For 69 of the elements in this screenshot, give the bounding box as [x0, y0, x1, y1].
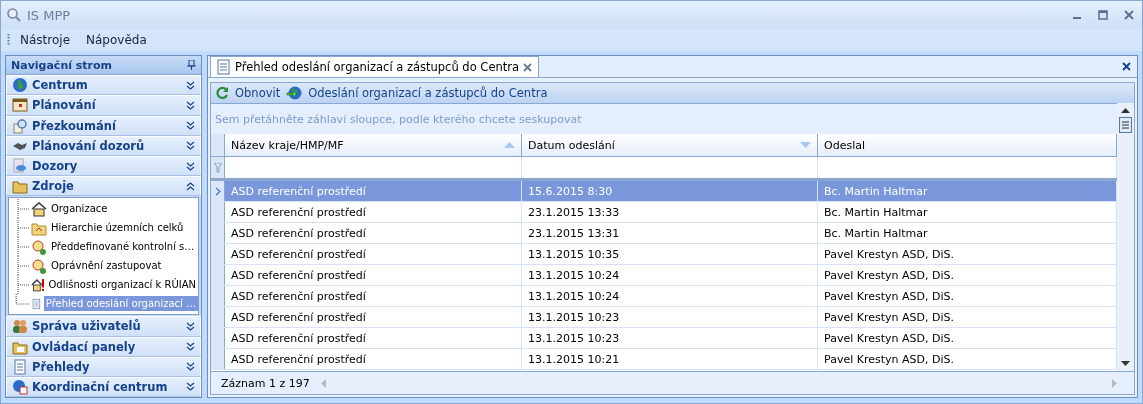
tree-item[interactable]: Odlišnosti organizací k RÚIAN — [46, 277, 198, 293]
group-panel-hint: Sem přetáhněte záhlaví sloupce, podle kterého chcete seskupovat — [215, 112, 582, 126]
nav-section[interactable]: Přehledy — [6, 356, 201, 377]
tree-item[interactable]: Oprávnění zastupovat — [49, 258, 198, 274]
nav-section[interactable]: Plánování — [6, 95, 201, 116]
expand-icon[interactable] — [186, 342, 195, 352]
collapse-icon[interactable] — [186, 181, 195, 191]
expand-icon[interactable] — [186, 362, 195, 372]
expand-icon[interactable] — [186, 100, 195, 110]
expand-icon[interactable] — [186, 321, 195, 331]
row-indicator[interactable] — [211, 181, 225, 201]
folder-icon — [12, 178, 28, 195]
sort-descending-icon — [800, 142, 811, 148]
nav-section[interactable]: Plánování dozorů — [6, 135, 201, 156]
panel-title: Navigační strom — [11, 58, 114, 72]
tree-item[interactable]: Organizace — [49, 201, 198, 217]
document-icon — [12, 358, 28, 375]
record-counter: Záznam 1 z 197 — [220, 376, 311, 390]
send-button[interactable]: Odeslání organizací a zástupců do Centra — [306, 86, 550, 100]
column-header[interactable]: Název kraje/HMP/MF — [225, 134, 522, 156]
grip-icon — [7, 33, 10, 47]
maximize-button[interactable] — [1096, 8, 1110, 22]
house-icon — [31, 200, 47, 217]
expand-icon[interactable] — [186, 382, 195, 392]
menu-item[interactable]: Nápověda — [80, 31, 153, 49]
calendar-icon — [12, 97, 28, 114]
tree-item[interactable]: Hierarchie územních celků — [49, 220, 198, 236]
expand-icon[interactable] — [186, 80, 195, 90]
close-icon[interactable] — [523, 62, 533, 72]
nav-section[interactable]: Přezkoumání — [6, 115, 201, 136]
column-header[interactable]: Odeslal — [818, 134, 1117, 156]
scroll-down-icon[interactable] — [1121, 361, 1130, 367]
magnifier-icon — [12, 117, 28, 134]
pin-icon[interactable] — [187, 60, 196, 71]
close-icon[interactable] — [1122, 62, 1131, 71]
document-icon — [217, 59, 231, 75]
house-warning-icon — [31, 276, 45, 293]
expand-icon[interactable] — [186, 121, 195, 131]
tree-connector — [15, 237, 29, 257]
table-cell: ASD referenční prostředí — [225, 181, 522, 201]
nav-section[interactable]: Centrum — [6, 75, 201, 96]
expand-icon[interactable] — [186, 161, 195, 171]
tree-connector — [15, 256, 29, 276]
column-header[interactable]: Datum odeslání — [522, 134, 818, 156]
table-cell: Bc. Martin Haltmar — [818, 181, 1117, 201]
window-title: IS MPP — [27, 7, 71, 23]
menu-item[interactable]: Nástroje — [14, 31, 76, 49]
nav-section[interactable]: Ovládací panely — [6, 336, 201, 357]
nav-section[interactable]: Zdroje — [6, 176, 201, 197]
sort-ascending-icon — [504, 142, 515, 148]
nav-section[interactable]: Dozory — [6, 155, 201, 177]
magnifier-icon — [7, 8, 21, 22]
vertical-scrollbar[interactable] — [1117, 103, 1134, 371]
table-cell: 15.6.2015 8:30 — [522, 181, 818, 201]
close-button[interactable] — [1122, 8, 1136, 22]
refresh-button[interactable]: Obnovit — [233, 86, 283, 100]
current-row-icon — [214, 186, 221, 196]
nav-section[interactable]: Koordinační centrum — [6, 376, 201, 398]
document-tab[interactable]: Přehled odeslání organizací a zástupců do Centra — [210, 56, 540, 77]
tree-connector — [15, 199, 29, 219]
scroll-thumb[interactable] — [1119, 117, 1132, 133]
nav-section[interactable]: Správa uživatelů — [6, 316, 201, 337]
globe-icon — [12, 77, 28, 94]
users-icon — [12, 318, 28, 335]
expand-icon[interactable] — [186, 141, 195, 151]
scroll-up-icon[interactable] — [1121, 107, 1130, 113]
tree-connector — [15, 218, 29, 238]
refresh-icon — [215, 86, 229, 100]
tree-item[interactable]: Předdefinované kontrolní s… — [49, 239, 198, 255]
